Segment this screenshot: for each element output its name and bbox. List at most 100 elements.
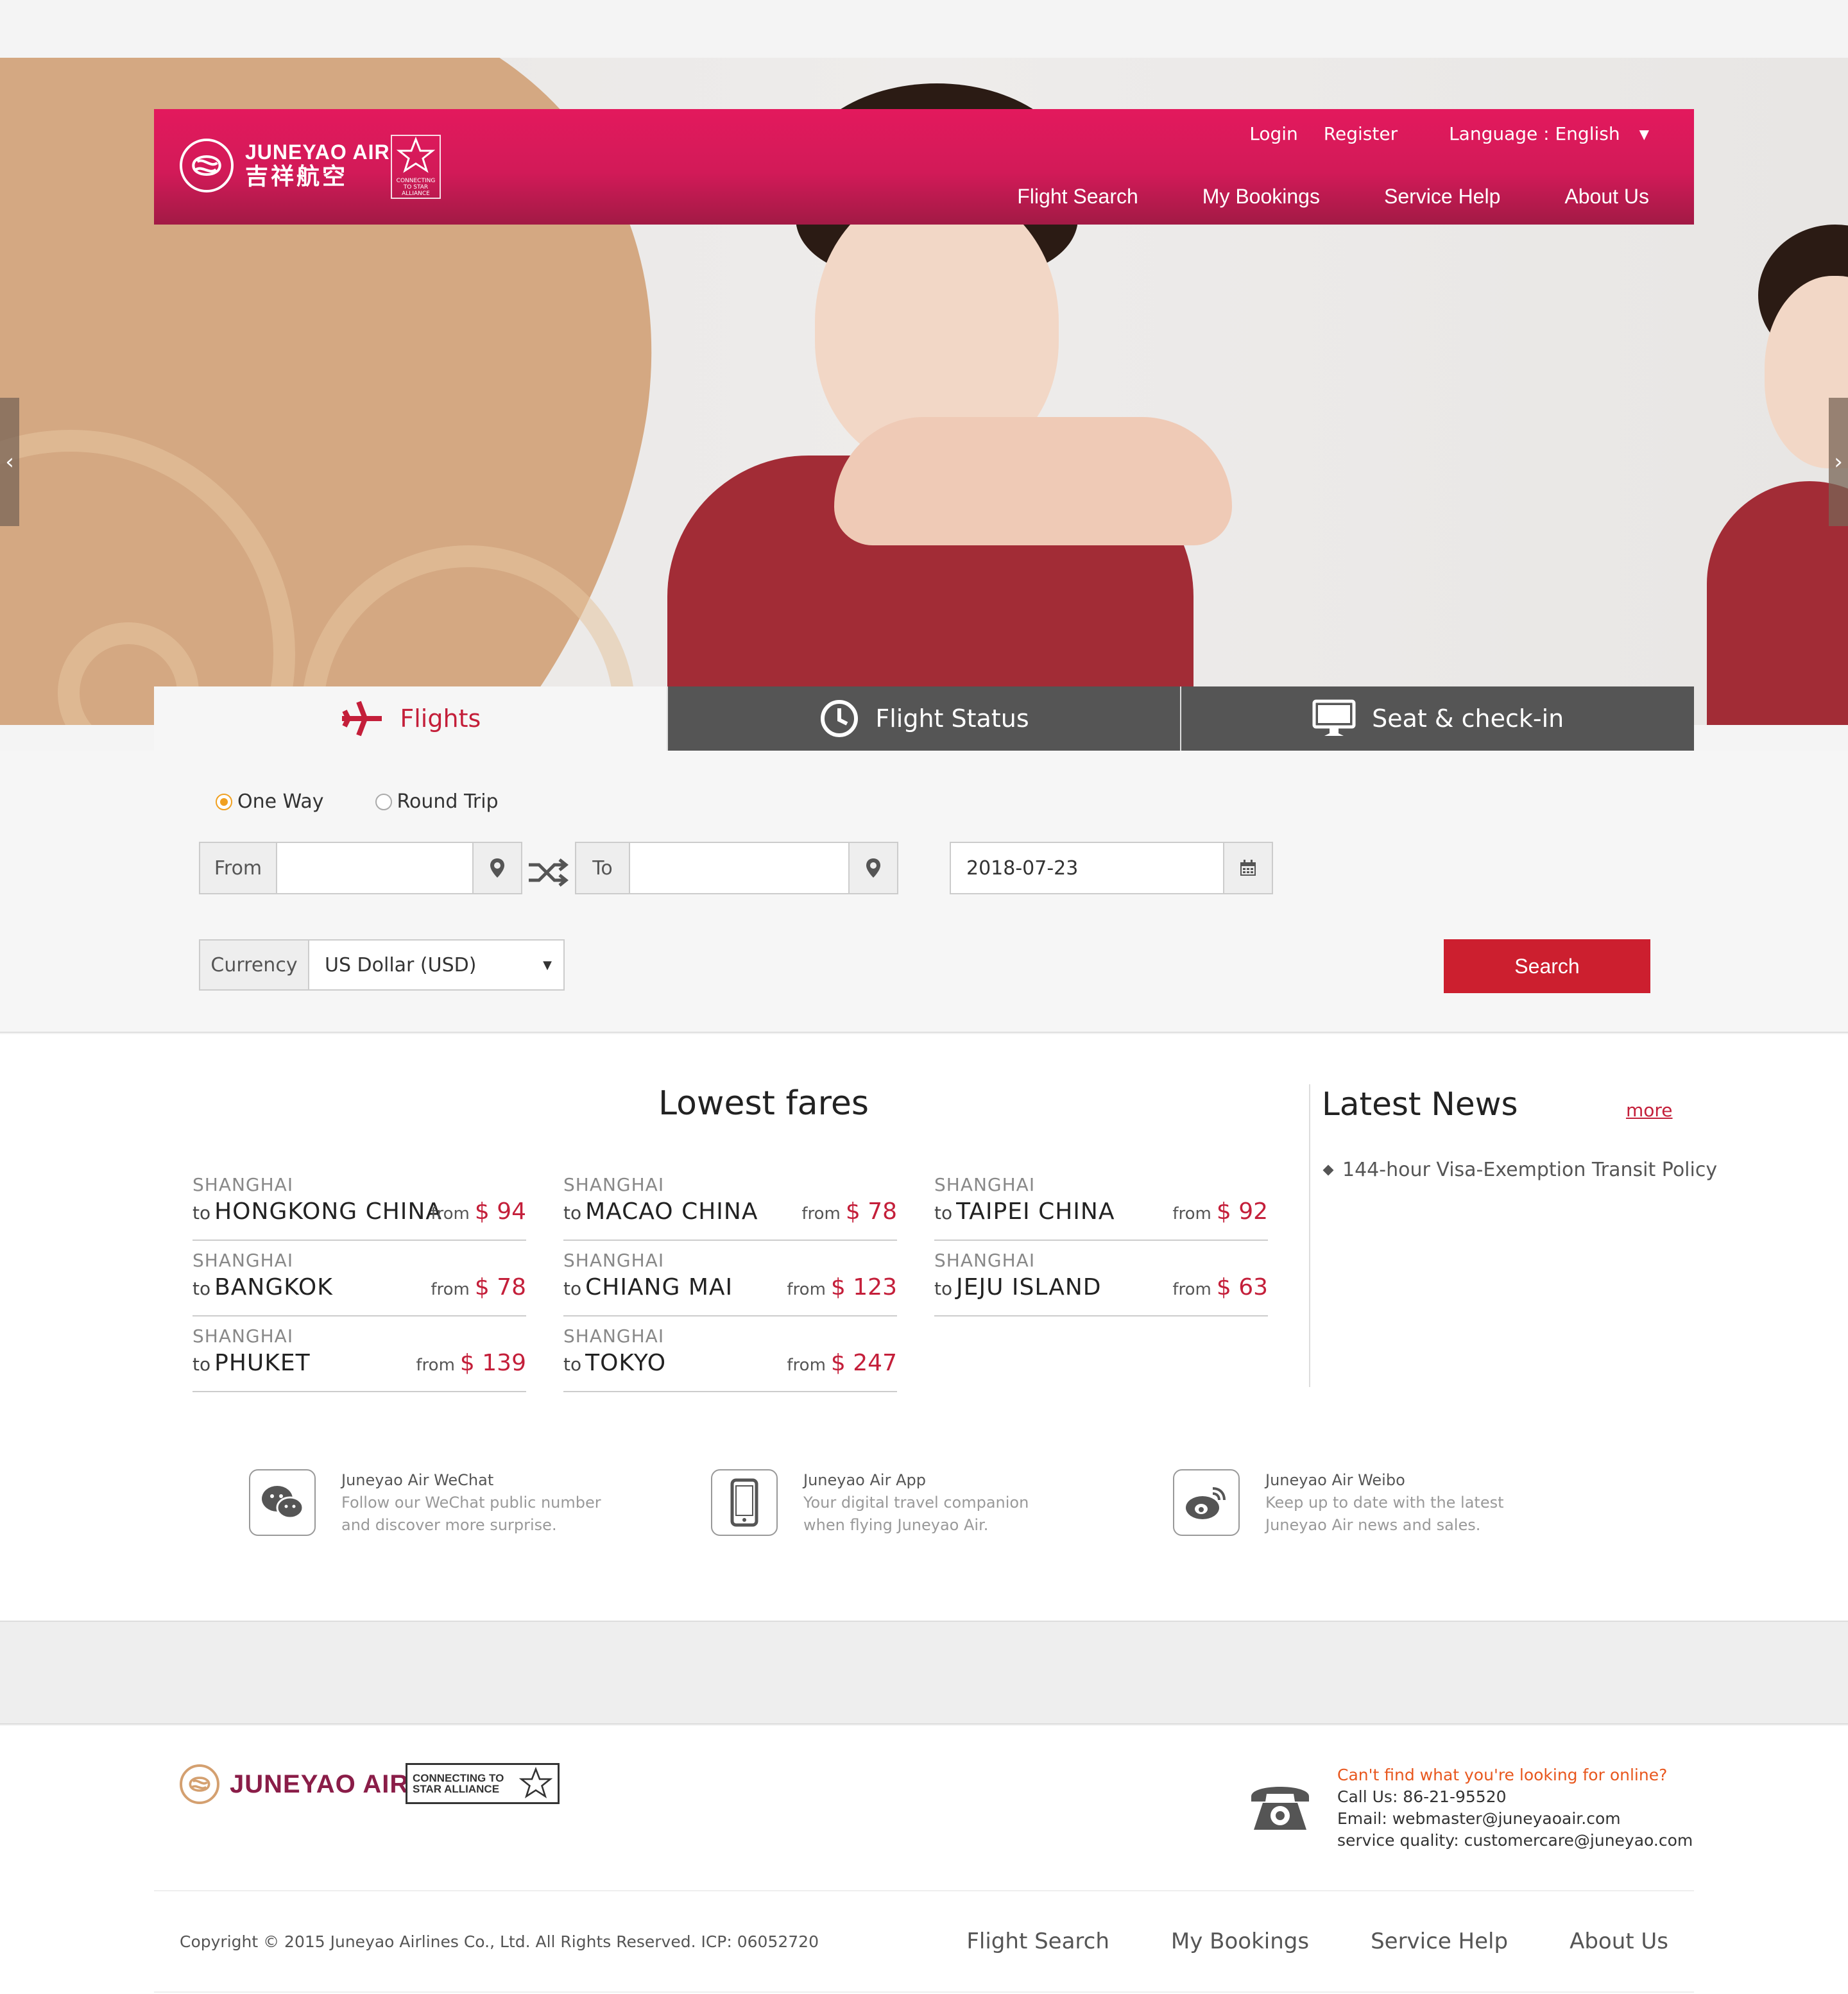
- date-input[interactable]: 2018-07-23: [951, 843, 1223, 893]
- fare-currency: $: [830, 1350, 846, 1376]
- contact-email[interactable]: Email: webmaster@juneyaoair.com: [1337, 1808, 1693, 1830]
- fare-amount: 78: [868, 1198, 897, 1225]
- fare-amount: 139: [482, 1350, 526, 1376]
- nav-service-help[interactable]: Service Help: [1384, 185, 1500, 209]
- fare-destination: to PHUKET: [193, 1350, 311, 1376]
- from-input[interactable]: [277, 843, 472, 893]
- swap-icon[interactable]: [527, 858, 569, 887]
- language-select[interactable]: Language : English: [1449, 123, 1620, 144]
- footer-bottom-divider: [154, 1991, 1694, 1993]
- wechat-icon: [249, 1469, 316, 1536]
- tab-flight-status[interactable]: Flight Status: [666, 686, 1181, 751]
- fare-card[interactable]: SHANGHAI to JEJU ISLAND from $ 63: [934, 1241, 1268, 1317]
- fare-amount: 94: [497, 1198, 526, 1225]
- fare-from-word: from: [416, 1356, 455, 1375]
- radio-one-way[interactable]: [216, 793, 232, 810]
- social-app[interactable]: Juneyao Air App Your digital travel comp…: [711, 1469, 1029, 1537]
- hero-photo-attendant-2: [1681, 225, 1848, 725]
- to-input[interactable]: [630, 843, 848, 893]
- fare-destination: to CHIANG MAI: [563, 1274, 733, 1300]
- fare-card[interactable]: SHANGHAI to MACAO CHINA from $ 78: [563, 1165, 897, 1241]
- fare-card[interactable]: SHANGHAI to BANGKOK from $ 78: [193, 1241, 526, 1317]
- nav-about-us[interactable]: About Us: [1564, 185, 1649, 209]
- footer-logo-name: JUNEYAO AIR: [230, 1769, 409, 1798]
- contact-service[interactable]: service quality: customercare@juneyao.co…: [1337, 1830, 1693, 1852]
- fare-dest-name: JEJU ISLAND: [956, 1274, 1102, 1300]
- nav-my-bookings[interactable]: My Bookings: [1202, 185, 1320, 209]
- news-item-label: 144-hour Visa-Exemption Transit Policy: [1342, 1159, 1718, 1181]
- main-nav: Flight Search My Bookings Service Help A…: [953, 185, 1649, 209]
- footer-nav-flight-search[interactable]: Flight Search: [966, 1929, 1109, 1954]
- fare-card[interactable]: SHANGHAI to PHUKET from $ 139: [193, 1317, 526, 1392]
- fare-to-word: to: [563, 1278, 582, 1299]
- register-link[interactable]: Register: [1324, 123, 1398, 144]
- fare-price: from $ 78: [801, 1198, 897, 1225]
- location-pin-icon[interactable]: [848, 843, 897, 893]
- currency-label: Currency: [200, 941, 309, 989]
- from-label: From: [200, 843, 277, 893]
- fare-to-word: to: [193, 1354, 211, 1375]
- from-field: From: [199, 842, 522, 894]
- clock-icon: [821, 700, 859, 737]
- fare-price: from $ 123: [787, 1274, 897, 1300]
- fare-amount: 92: [1238, 1198, 1268, 1225]
- fare-currency: $: [845, 1198, 860, 1225]
- fare-destination: to TOKYO: [563, 1350, 666, 1376]
- fare-currency: $: [1216, 1198, 1231, 1225]
- alliance-label: CONNECTING TO STAR ALLIANCE: [396, 178, 436, 197]
- calendar-icon[interactable]: [1223, 843, 1272, 893]
- fare-price: from $ 63: [1172, 1274, 1268, 1300]
- fare-card[interactable]: SHANGHAI to TAIPEI CHINA from $ 92: [934, 1165, 1268, 1241]
- tab-seat-checkin[interactable]: Seat & check-in: [1180, 686, 1695, 751]
- location-pin-icon[interactable]: [472, 843, 521, 893]
- caret-down-icon[interactable]: ▼: [1639, 126, 1649, 142]
- fare-to-word: to: [563, 1202, 582, 1223]
- tab-flight-status-label: Flight Status: [875, 704, 1029, 733]
- social-weibo-line1: Keep up to date with the latest: [1265, 1494, 1504, 1512]
- search-tabs: Flights Flight Status Seat & check-in: [154, 686, 1695, 751]
- fare-card[interactable]: SHANGHAI to TOKYO from $ 247: [563, 1317, 897, 1392]
- footer-nav-about-us[interactable]: About Us: [1570, 1929, 1668, 1954]
- login-link[interactable]: Login: [1249, 123, 1298, 144]
- slider-prev-button[interactable]: ‹: [0, 398, 19, 526]
- trip-round-trip[interactable]: Round Trip: [375, 790, 499, 813]
- trip-one-way[interactable]: One Way: [216, 790, 324, 813]
- fare-destination: to HONGKONG CHINA: [193, 1198, 442, 1225]
- social-weibo[interactable]: Juneyao Air Weibo Keep up to date with t…: [1173, 1469, 1504, 1537]
- news-more-link[interactable]: more: [1626, 1100, 1673, 1121]
- fare-dest-name: HONGKONG CHINA: [214, 1198, 442, 1225]
- fare-price: from $ 247: [787, 1350, 897, 1376]
- radio-round-trip[interactable]: [375, 793, 392, 810]
- fare-to-word: to: [934, 1202, 953, 1223]
- fare-card[interactable]: SHANGHAI to HONGKONG CHINA from $ 94: [193, 1165, 526, 1241]
- weibo-icon: [1173, 1469, 1240, 1536]
- fare-dest-name: CHIANG MAI: [585, 1274, 733, 1300]
- fare-amount: 63: [1238, 1274, 1268, 1300]
- logo-english: JUNEYAO AIR: [245, 141, 390, 164]
- tab-flights[interactable]: Flights: [154, 686, 667, 751]
- fare-to-word: to: [934, 1278, 953, 1299]
- fare-dest-name: PHUKET: [214, 1350, 311, 1376]
- fare-to-word: to: [193, 1202, 211, 1223]
- footer-logo[interactable]: JUNEYAO AIR: [180, 1764, 409, 1804]
- copyright-text: Copyright © 2015 Juneyao Airlines Co., L…: [180, 1932, 819, 1951]
- bullet-diamond-icon: [1322, 1164, 1334, 1175]
- nav-flight-search[interactable]: Flight Search: [1017, 185, 1138, 209]
- social-wechat[interactable]: Juneyao Air WeChat Follow our WeChat pub…: [249, 1469, 601, 1537]
- slider-next-button[interactable]: ›: [1829, 398, 1848, 526]
- currency-select[interactable]: US Dollar (USD) ▼: [309, 941, 563, 989]
- search-button[interactable]: Search: [1444, 939, 1650, 993]
- fare-card[interactable]: SHANGHAI to CHIANG MAI from $ 123: [563, 1241, 897, 1317]
- footer-nav-my-bookings[interactable]: My Bookings: [1171, 1929, 1309, 1954]
- brand-logo[interactable]: JUNEYAO AIR 吉祥航空: [180, 139, 390, 192]
- phone-app-icon: [711, 1469, 778, 1536]
- social-weibo-line2: Juneyao Air news and sales.: [1265, 1516, 1481, 1534]
- fare-currency: $: [1216, 1274, 1231, 1300]
- fare-origin: SHANGHAI: [193, 1250, 294, 1271]
- fare-origin: SHANGHAI: [193, 1325, 294, 1347]
- news-item[interactable]: 144-hour Visa-Exemption Transit Policy: [1322, 1159, 1718, 1181]
- footer-nav-service-help[interactable]: Service Help: [1371, 1929, 1508, 1954]
- latest-news-title: Latest News: [1322, 1086, 1518, 1123]
- social-wechat-line1: Follow our WeChat public number: [341, 1494, 601, 1512]
- fare-origin: SHANGHAI: [563, 1325, 665, 1347]
